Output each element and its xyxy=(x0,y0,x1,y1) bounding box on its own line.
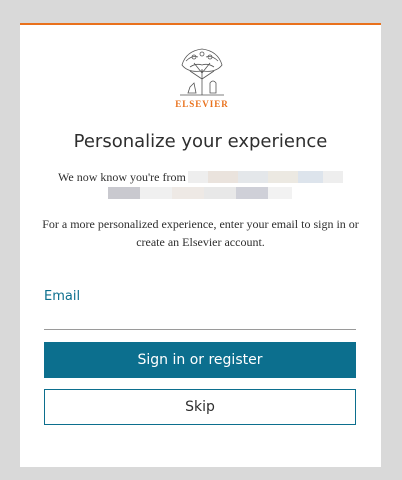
elsevier-wordmark: ELSEVIER xyxy=(175,99,229,109)
email-input[interactable] xyxy=(44,307,356,330)
organization-line: We now know you're from xyxy=(58,170,186,185)
elsevier-logo: ELSEVIER xyxy=(172,43,232,113)
skip-button[interactable]: Skip xyxy=(44,389,356,425)
description-text: For a more personalized experience, ente… xyxy=(42,217,359,249)
elsevier-tree-icon xyxy=(180,48,224,96)
sign-in-or-register-button[interactable]: Sign in or register xyxy=(44,342,356,378)
page-title: Personalize your experience xyxy=(73,131,328,152)
organization-prefix-text: We now know you're from xyxy=(58,170,186,184)
sign-in-card: ELSEVIER Personalize your experience We … xyxy=(20,23,381,467)
email-label: Email xyxy=(44,289,81,304)
